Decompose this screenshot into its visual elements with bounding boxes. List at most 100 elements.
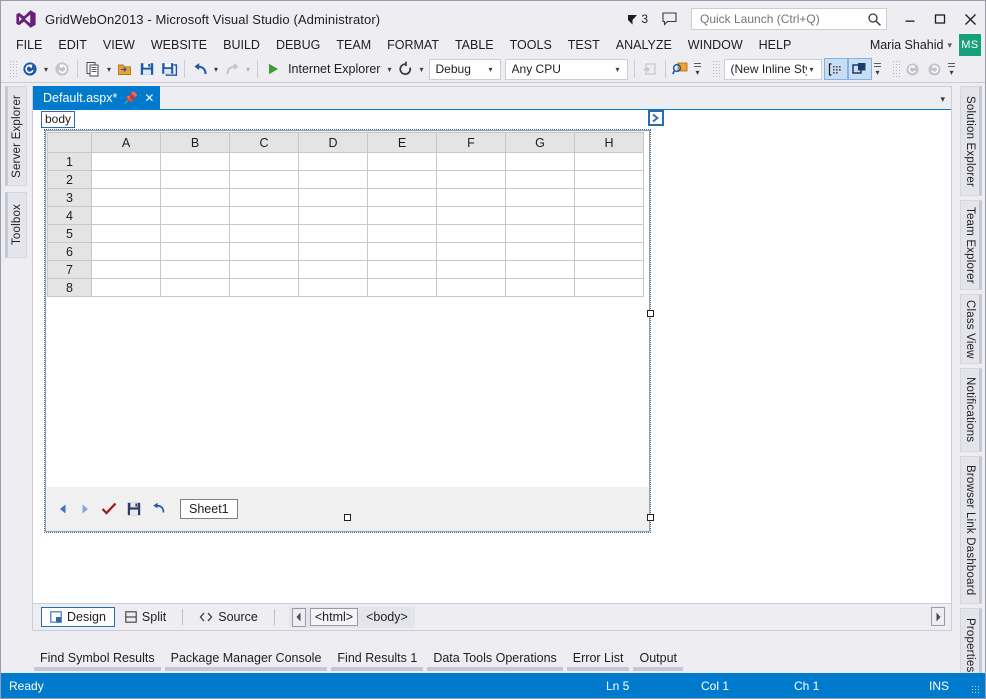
gridweb-control[interactable]: A B C D E F G H 1 2 3 4 5 6 7 8 Sheet1	[45, 130, 650, 532]
tab-package-manager-console[interactable]: Package Manager Console	[163, 648, 330, 671]
quick-launch-input[interactable]	[698, 11, 864, 27]
toolbar-grip[interactable]	[9, 60, 17, 78]
sidebar-item-team-explorer[interactable]: Team Explorer	[960, 200, 982, 290]
start-target-label[interactable]: Internet Explorer	[284, 62, 384, 76]
web-form-designer-surface[interactable]: body A B C D E F G H 1 2 3 4 5 6 7 8 She…	[33, 110, 951, 603]
cell-a4[interactable]	[91, 206, 161, 225]
cell-e7[interactable]	[367, 260, 437, 279]
cell-d1[interactable]	[298, 152, 368, 171]
cell-b2[interactable]	[160, 170, 230, 189]
open-file-button[interactable]	[114, 58, 136, 80]
cell-g7[interactable]	[505, 260, 575, 279]
cell-d5[interactable]	[298, 224, 368, 243]
feedback-button[interactable]	[662, 12, 677, 26]
cell-e8[interactable]	[367, 278, 437, 297]
cell-h2[interactable]	[574, 170, 644, 189]
menu-item-file[interactable]: FILE	[9, 36, 49, 54]
cell-d3[interactable]	[298, 188, 368, 207]
column-header-g[interactable]: G	[505, 132, 575, 153]
redo-button[interactable]	[221, 58, 243, 80]
cell-g5[interactable]	[505, 224, 575, 243]
cell-f7[interactable]	[436, 260, 506, 279]
close-button[interactable]	[955, 4, 985, 34]
sidebar-item-class-view[interactable]: Class View	[960, 294, 982, 364]
sidebar-item-toolbox[interactable]: Toolbox	[5, 192, 27, 258]
cell-g1[interactable]	[505, 152, 575, 171]
cell-e5[interactable]	[367, 224, 437, 243]
cell-h3[interactable]	[574, 188, 644, 207]
cell-d4[interactable]	[298, 206, 368, 225]
avatar[interactable]: MS	[959, 34, 981, 56]
menu-item-team[interactable]: TEAM	[329, 36, 378, 54]
cell-g4[interactable]	[505, 206, 575, 225]
save-button[interactable]	[136, 58, 158, 80]
column-header-b[interactable]: B	[160, 132, 230, 153]
tab-output[interactable]: Output	[631, 648, 685, 671]
undo-dropdown[interactable]: ▾	[211, 65, 221, 74]
new-project-button[interactable]	[82, 58, 104, 80]
cell-a3[interactable]	[91, 188, 161, 207]
cell-b6[interactable]	[160, 242, 230, 261]
minimize-button[interactable]	[895, 4, 925, 34]
toolbar-grip-2[interactable]	[711, 60, 720, 78]
nav-forward-small-button[interactable]	[924, 58, 946, 80]
menu-item-debug[interactable]: DEBUG	[269, 36, 327, 54]
cell-h1[interactable]	[574, 152, 644, 171]
column-header-a[interactable]: A	[91, 132, 161, 153]
sheet-tab-sheet1[interactable]: Sheet1	[180, 498, 238, 519]
cell-f8[interactable]	[436, 278, 506, 297]
sidebar-item-solution-explorer[interactable]: Solution Explorer	[960, 86, 982, 196]
cell-h6[interactable]	[574, 242, 644, 261]
row-header-7[interactable]: 7	[47, 260, 92, 279]
style-target-combo[interactable]: (New Inline Style ▾	[723, 58, 822, 80]
submit-button[interactable]	[101, 502, 117, 516]
menu-item-website[interactable]: WEBSITE	[144, 36, 214, 54]
tag-nav-item-body[interactable]: <body>	[362, 609, 412, 625]
toolbar-overflow-1[interactable]: ▾	[692, 58, 704, 80]
resize-grip-icon[interactable]	[971, 685, 981, 695]
new-project-dropdown[interactable]: ▾	[104, 65, 114, 74]
tab-source[interactable]: Source	[191, 608, 266, 626]
undo-button[interactable]	[189, 58, 211, 80]
cell-c4[interactable]	[229, 206, 299, 225]
navigate-back-button[interactable]	[19, 58, 41, 80]
cell-b4[interactable]	[160, 206, 230, 225]
cell-b8[interactable]	[160, 278, 230, 297]
column-header-h[interactable]: H	[574, 132, 644, 153]
cell-f3[interactable]	[436, 188, 506, 207]
tag-nav-next-button[interactable]	[931, 607, 945, 626]
cell-d8[interactable]	[298, 278, 368, 297]
refresh-dropdown[interactable]: ▾	[417, 65, 427, 74]
sidebar-item-notifications[interactable]: Notifications	[960, 368, 982, 452]
selection-handle-middle-right[interactable]	[647, 310, 654, 317]
cell-c8[interactable]	[229, 278, 299, 297]
tab-find-symbol-results[interactable]: Find Symbol Results	[32, 648, 163, 671]
cell-a2[interactable]	[91, 170, 161, 189]
cell-e3[interactable]	[367, 188, 437, 207]
cell-f6[interactable]	[436, 242, 506, 261]
select-all-corner[interactable]	[47, 132, 92, 153]
menu-item-build[interactable]: BUILD	[216, 36, 267, 54]
save-sheet-button[interactable]	[127, 502, 141, 516]
pin-icon[interactable]: 📌	[123, 92, 138, 104]
solution-configuration-combo[interactable]: Debug ▾	[428, 58, 501, 80]
tab-error-list[interactable]: Error List	[565, 648, 632, 671]
menu-item-format[interactable]: FORMAT	[380, 36, 446, 54]
cell-g2[interactable]	[505, 170, 575, 189]
menu-item-table[interactable]: TABLE	[448, 36, 501, 54]
menu-item-view[interactable]: VIEW	[96, 36, 142, 54]
start-target-dropdown[interactable]: ▾	[384, 65, 394, 74]
cell-h7[interactable]	[574, 260, 644, 279]
row-header-6[interactable]: 6	[47, 242, 92, 261]
cell-b7[interactable]	[160, 260, 230, 279]
document-tab-default-aspx[interactable]: Default.aspx* 📌 ✕	[33, 86, 161, 109]
tab-split[interactable]: Split	[117, 608, 174, 626]
toolbar-grip-3[interactable]	[891, 60, 900, 78]
navigate-forward-button[interactable]	[51, 58, 73, 80]
cell-a8[interactable]	[91, 278, 161, 297]
cell-f1[interactable]	[436, 152, 506, 171]
cell-b5[interactable]	[160, 224, 230, 243]
selection-handle-bottom-center[interactable]	[344, 514, 351, 521]
cell-f5[interactable]	[436, 224, 506, 243]
css-target-rule-button[interactable]	[823, 58, 848, 80]
